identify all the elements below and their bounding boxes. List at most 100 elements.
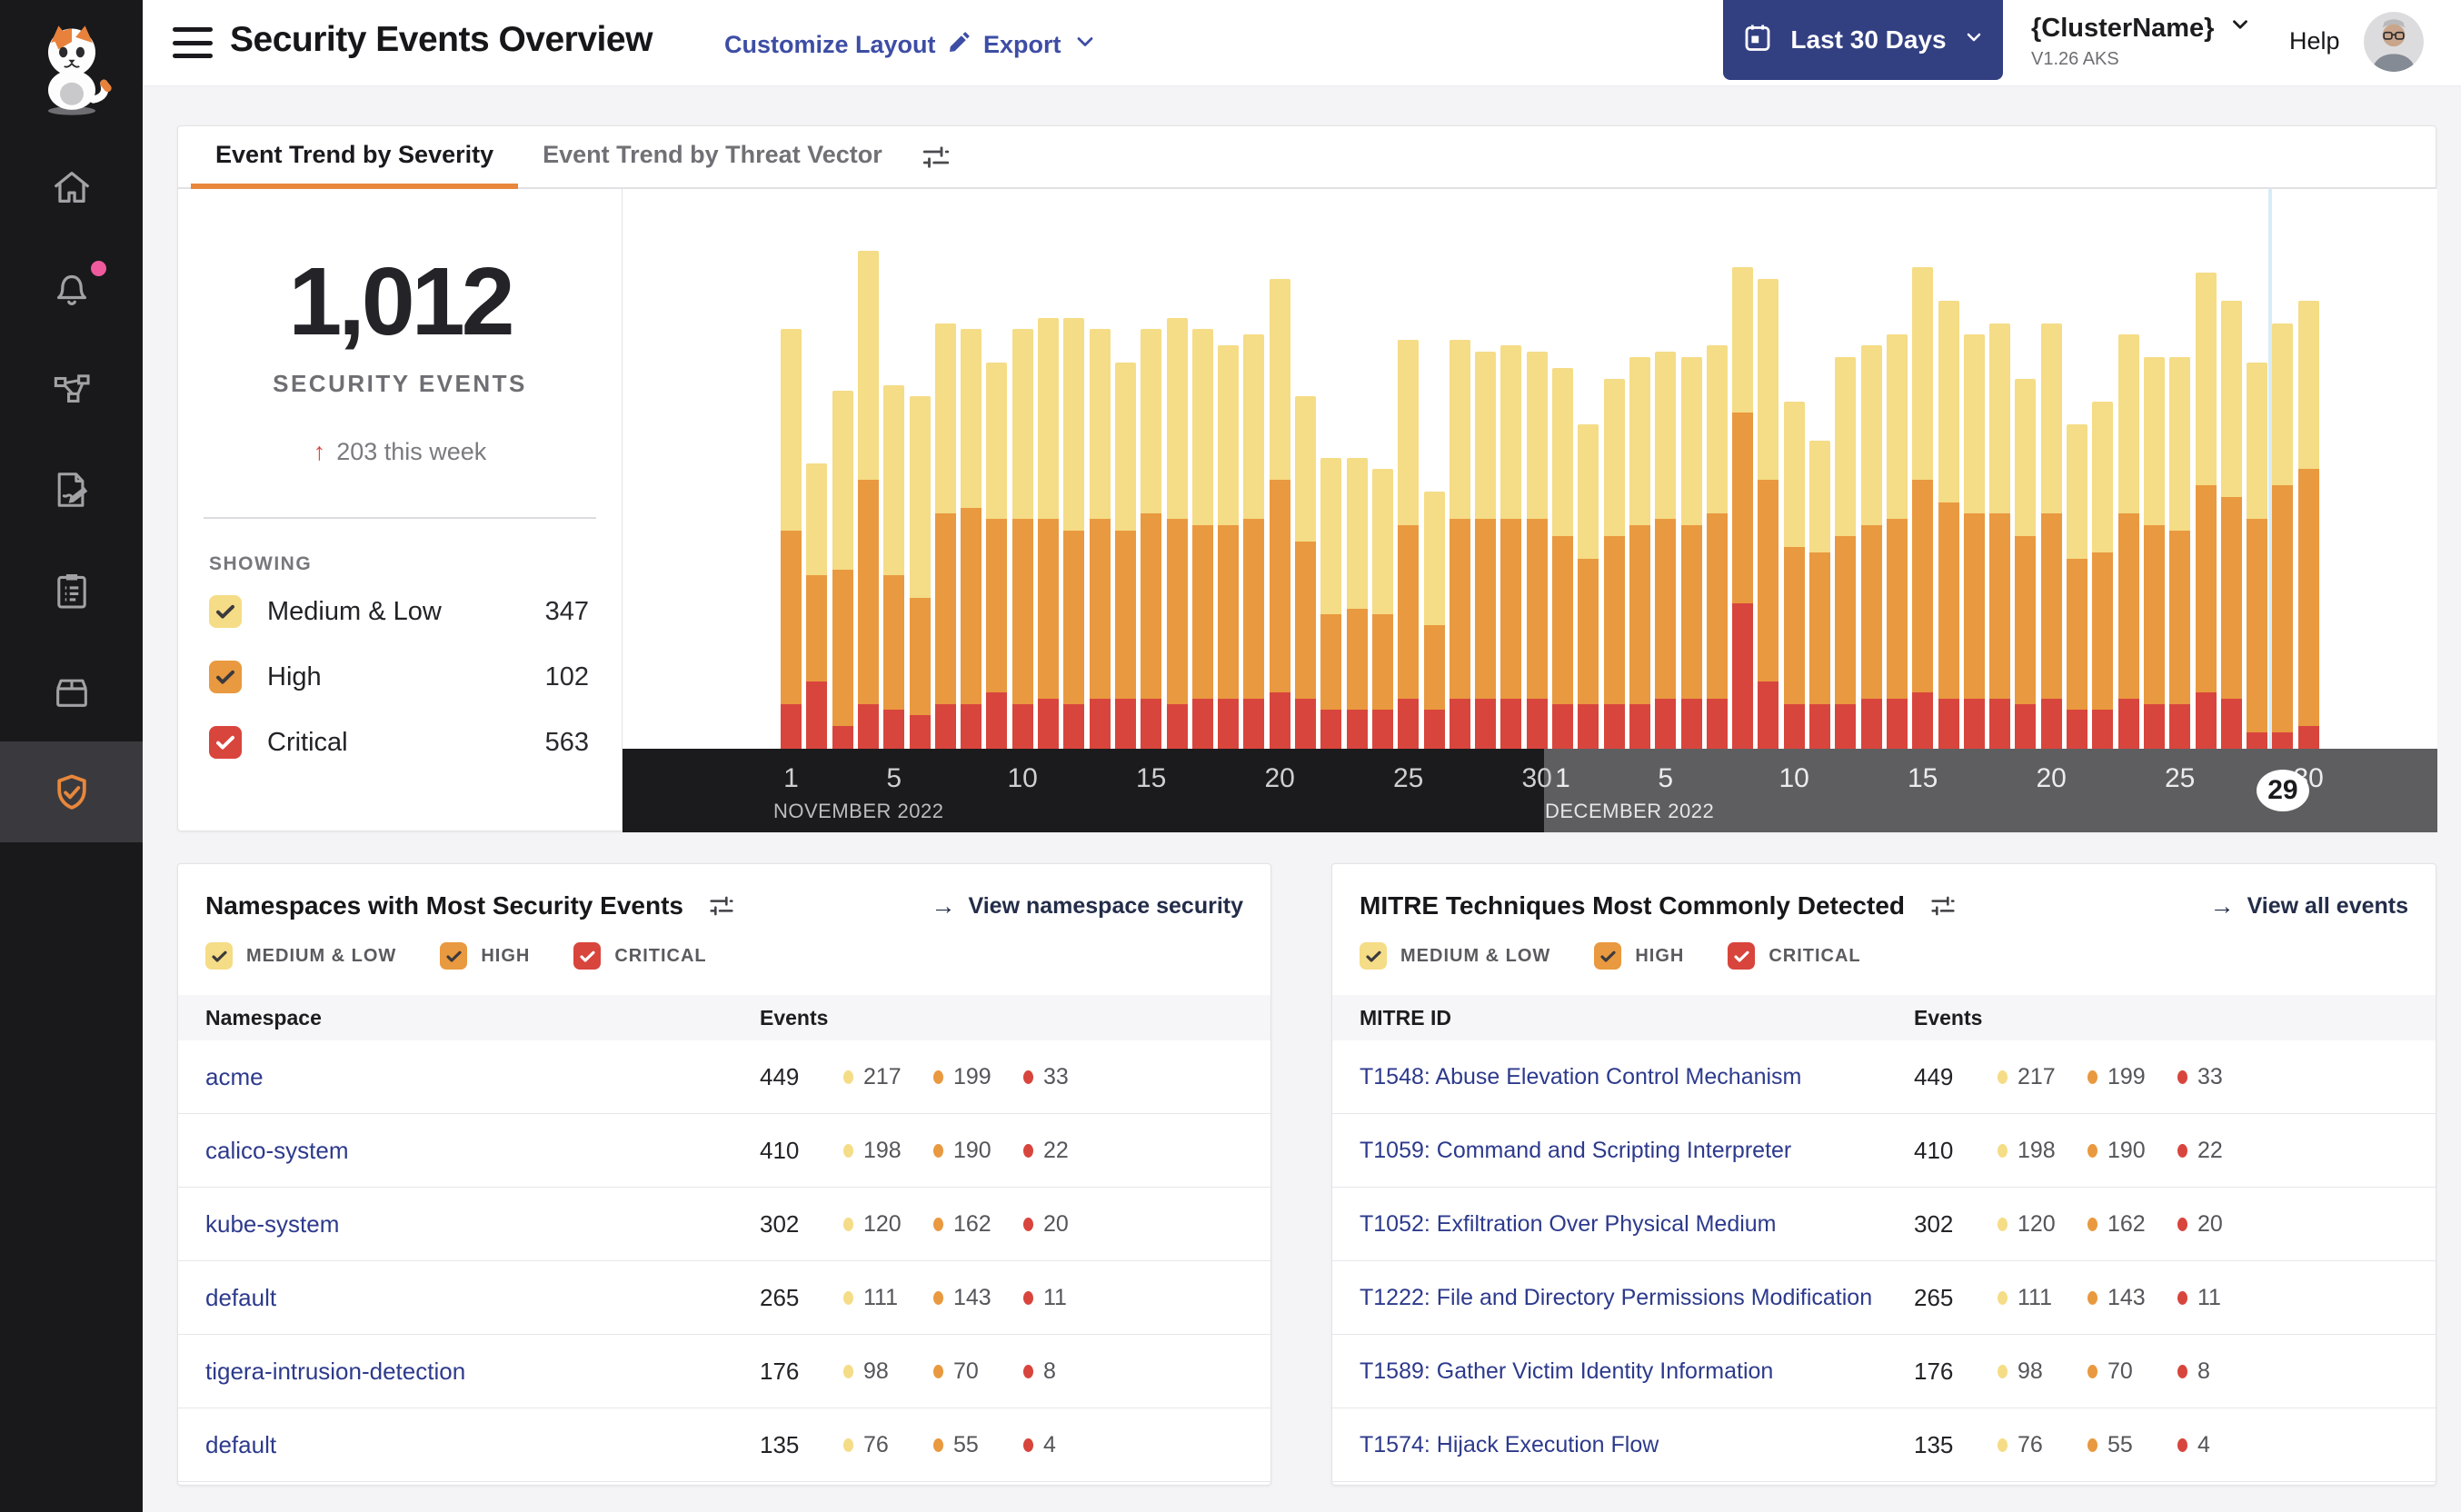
stacked-bar-day-7-nov[interactable]: [934, 323, 956, 749]
stacked-bar-day-28-nov[interactable]: [1475, 351, 1497, 749]
row-link[interactable]: calico-system: [178, 1137, 348, 1165]
stacked-bar-day-10-dec[interactable]: [1783, 402, 1805, 749]
stacked-bar-day-6-nov[interactable]: [909, 395, 931, 749]
stacked-bar-day-29-nov[interactable]: [1500, 345, 1522, 749]
stacked-bar-day-14-nov[interactable]: [1114, 362, 1136, 749]
stacked-bar-day-8-dec[interactable]: [1732, 267, 1754, 749]
checkbox-high[interactable]: [209, 661, 242, 693]
export-button[interactable]: Export: [983, 29, 1098, 61]
stacked-bar-day-25-dec[interactable]: [2169, 356, 2191, 749]
severity-filter-medium_low[interactable]: Medium & Low 347: [209, 582, 589, 641]
stacked-bar-day-21-dec[interactable]: [2067, 423, 2087, 749]
sliders-icon[interactable]: [920, 126, 952, 187]
severity-trend-chart[interactable]: 1 5 10 15 20 25 30 NOVEMBER 2022 1 5 10 15 20 25 30 DEC…: [623, 189, 2437, 832]
stacked-bar-day-1-dec[interactable]: [1552, 368, 1573, 749]
checkbox-medium_low[interactable]: [205, 942, 233, 970]
row-link[interactable]: T1548: Abuse Elevation Control Mechanism: [1332, 1064, 1801, 1090]
stacked-bar-day-26-nov[interactable]: [1423, 491, 1445, 749]
checkbox-critical[interactable]: [209, 726, 242, 759]
severity-filter-critical[interactable]: Critical 563: [209, 713, 589, 771]
date-range-button[interactable]: Last 30 Days: [1723, 0, 2003, 80]
customize-layout-button[interactable]: Customize Layout: [724, 29, 972, 61]
stacked-bar-day-20-dec[interactable]: [2040, 323, 2062, 749]
stacked-bar-day-19-nov[interactable]: [1243, 334, 1265, 749]
stacked-bar-day-25-nov[interactable]: [1398, 340, 1420, 749]
stacked-bar-day-4-nov[interactable]: [857, 250, 879, 749]
sidebar-item-home[interactable]: [0, 136, 143, 237]
stacked-bar-day-1-nov[interactable]: [781, 329, 802, 749]
stacked-bar-day-18-dec[interactable]: [1989, 323, 2011, 749]
row-link[interactable]: kube-system: [178, 1210, 339, 1238]
calico-logo[interactable]: [0, 0, 143, 136]
stacked-bar-day-17-nov[interactable]: [1191, 329, 1213, 749]
chip-high[interactable]: HIGH: [440, 942, 530, 970]
stacked-bar-day-20-nov[interactable]: [1269, 278, 1290, 749]
stacked-bar-day-3-dec[interactable]: [1603, 379, 1625, 749]
panel-link-mitre[interactable]: → View all events: [2210, 892, 2408, 920]
stacked-bar-day-8-nov[interactable]: [961, 329, 982, 749]
stacked-bar-day-13-dec[interactable]: [1860, 345, 1882, 749]
checkbox-critical[interactable]: [1728, 942, 1756, 970]
stacked-bar-day-2-nov[interactable]: [806, 463, 828, 749]
stacked-bar-day-11-nov[interactable]: [1038, 317, 1059, 749]
stacked-bar-day-5-nov[interactable]: [883, 384, 905, 749]
row-link[interactable]: T1574: Hijack Execution Flow: [1332, 1432, 1659, 1458]
sliders-icon[interactable]: [1928, 891, 1958, 920]
user-avatar[interactable]: [2364, 12, 2424, 72]
stacked-bar-day-5-dec[interactable]: [1655, 351, 1677, 749]
selected-day-badge[interactable]: 29: [2256, 770, 2309, 811]
checkbox-high[interactable]: [1594, 942, 1622, 970]
chip-high[interactable]: HIGH: [1594, 942, 1684, 970]
row-link[interactable]: default: [178, 1284, 276, 1312]
chip-critical[interactable]: CRITICAL: [1728, 942, 1860, 970]
row-link[interactable]: default: [178, 1431, 276, 1459]
stacked-bar-day-26-dec[interactable]: [2195, 273, 2217, 749]
stacked-bar-day-29-dec[interactable]: [2272, 323, 2294, 749]
stacked-bar-day-23-dec[interactable]: [2117, 334, 2139, 749]
stacked-bar-day-2-dec[interactable]: [1578, 423, 1599, 749]
stacked-bar-day-12-dec[interactable]: [1835, 356, 1857, 749]
menu-icon[interactable]: [173, 27, 213, 58]
stacked-bar-day-15-nov[interactable]: [1141, 329, 1162, 749]
stacked-bar-day-27-dec[interactable]: [2220, 301, 2242, 749]
sidebar-item-threat-defense[interactable]: [0, 741, 143, 842]
stacked-bar-day-9-nov[interactable]: [986, 362, 1008, 749]
row-link[interactable]: acme: [178, 1063, 264, 1091]
stacked-bar-day-17-dec[interactable]: [1963, 334, 1985, 749]
stacked-bar-day-22-dec[interactable]: [2092, 402, 2114, 749]
row-link[interactable]: T1052: Exfiltration Over Physical Medium: [1332, 1211, 1777, 1238]
sidebar-item-policies[interactable]: [0, 439, 143, 540]
checkbox-medium_low[interactable]: [1360, 942, 1387, 970]
stacked-bar-day-13-nov[interactable]: [1089, 329, 1111, 749]
stacked-bar-day-16-dec[interactable]: [1938, 301, 1959, 749]
sidebar-item-alerts[interactable]: [0, 237, 143, 338]
stacked-bar-day-16-nov[interactable]: [1166, 317, 1188, 749]
stacked-bar-day-24-dec[interactable]: [2143, 356, 2165, 749]
tab-severity[interactable]: Event Trend by Severity: [191, 126, 519, 189]
stacked-bar-day-30-dec[interactable]: [2297, 301, 2319, 749]
stacked-bar-day-21-nov[interactable]: [1295, 395, 1316, 749]
help-link[interactable]: Help: [2289, 27, 2340, 55]
stacked-bar-day-6-dec[interactable]: [1680, 356, 1702, 749]
chip-medium_low[interactable]: MEDIUM & LOW: [1360, 942, 1550, 970]
stacked-bar-day-9-dec[interactable]: [1758, 278, 1779, 749]
severity-filter-high[interactable]: High 102: [209, 648, 589, 706]
stacked-bar-day-3-nov[interactable]: [832, 390, 853, 749]
panel-link-namespaces[interactable]: → View namespace security: [932, 892, 1244, 920]
chart-plot-area[interactable]: [623, 189, 2437, 749]
stacked-bar-day-27-nov[interactable]: [1449, 340, 1470, 749]
row-link[interactable]: tigera-intrusion-detection: [178, 1358, 465, 1386]
stacked-bar-day-28-dec[interactable]: [2247, 362, 2268, 749]
checkbox-medium_low[interactable]: [209, 595, 242, 628]
stacked-bar-day-18-nov[interactable]: [1218, 345, 1240, 749]
stacked-bar-day-19-dec[interactable]: [2015, 379, 2037, 749]
stacked-bar-day-24-nov[interactable]: [1371, 469, 1393, 749]
cluster-selector[interactable]: {ClusterName} V1.26 AKS: [2031, 13, 2252, 70]
stacked-bar-day-30-nov[interactable]: [1526, 351, 1548, 749]
row-link[interactable]: T1589: Gather Victim Identity Informatio…: [1332, 1358, 1773, 1385]
row-link[interactable]: T1059: Command and Scripting Interpreter: [1332, 1138, 1791, 1164]
checkbox-high[interactable]: [440, 942, 468, 970]
tab-threat-vector[interactable]: Event Trend by Threat Vector: [518, 126, 907, 189]
stacked-bar-day-15-dec[interactable]: [1912, 267, 1934, 749]
stacked-bar-day-7-dec[interactable]: [1706, 345, 1728, 749]
